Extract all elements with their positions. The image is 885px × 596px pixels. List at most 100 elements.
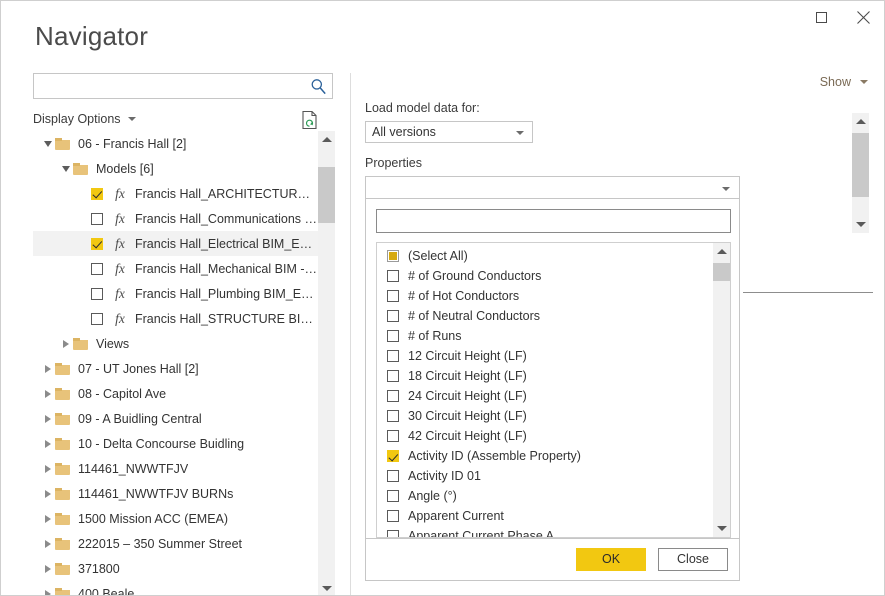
close-button[interactable] xyxy=(842,2,884,32)
property-list-item[interactable]: 12 Circuit Height (LF) xyxy=(377,346,713,366)
tree-item-checkbox[interactable] xyxy=(91,313,103,325)
property-list-item[interactable]: Angle (°) xyxy=(377,486,713,506)
expand-triangle-icon[interactable] xyxy=(41,465,55,473)
property-checkbox[interactable] xyxy=(387,470,399,482)
property-list-item[interactable]: Activity ID 01 xyxy=(377,466,713,486)
tree-row[interactable]: 222015 – 350 Summer Street xyxy=(33,531,318,556)
expand-triangle-icon[interactable] xyxy=(41,515,55,523)
tree-row[interactable]: 114461_NWWTFJV BURNs xyxy=(33,481,318,506)
tree-vertical-scrollbar[interactable] xyxy=(318,131,335,596)
tree-row[interactable]: fxFrancis Hall_Communications BIM_E... xyxy=(33,206,318,231)
expand-triangle-icon[interactable] xyxy=(41,490,55,498)
expand-triangle-icon[interactable] xyxy=(41,415,55,423)
property-label: Activity ID (Assemble Property) xyxy=(408,449,581,463)
show-button[interactable]: Show xyxy=(820,75,868,89)
property-list-item[interactable]: 30 Circuit Height (LF) xyxy=(377,406,713,426)
tree-row[interactable]: fxFrancis Hall_ARCHITECTURE BIM_20... xyxy=(33,181,318,206)
property-checkbox[interactable] xyxy=(387,430,399,442)
properties-filter-input[interactable] xyxy=(377,210,730,232)
tree-item-label: 1500 Mission ACC (EMEA) xyxy=(78,512,228,526)
tree-item-checkbox[interactable] xyxy=(91,188,103,200)
preview-scroll-down-button[interactable] xyxy=(852,216,869,233)
property-checkbox[interactable] xyxy=(387,410,399,422)
expand-triangle-icon[interactable] xyxy=(41,590,55,596)
properties-scroll-thumb[interactable] xyxy=(713,263,730,281)
properties-vertical-scrollbar[interactable] xyxy=(713,243,730,537)
tree-row[interactable]: Views xyxy=(33,331,318,356)
tree-row[interactable]: 07 - UT Jones Hall [2] xyxy=(33,356,318,381)
property-checkbox[interactable] xyxy=(387,330,399,342)
property-list-item[interactable]: # of Neutral Conductors xyxy=(377,306,713,326)
navigator-tree[interactable]: 06 - Francis Hall [2]Models [6]fxFrancis… xyxy=(33,131,318,596)
property-checkbox[interactable] xyxy=(387,490,399,502)
collapse-triangle-icon[interactable] xyxy=(41,141,55,147)
tree-row[interactable]: 10 - Delta Concourse Buidling xyxy=(33,431,318,456)
property-list-item[interactable]: # of Ground Conductors xyxy=(377,266,713,286)
properties-list[interactable]: (Select All)# of Ground Conductors# of H… xyxy=(377,243,713,538)
expand-triangle-icon[interactable] xyxy=(41,565,55,573)
property-list-item[interactable]: (Select All) xyxy=(377,246,713,266)
search-input[interactable] xyxy=(34,74,310,98)
tree-row[interactable]: 400 Beale xyxy=(33,581,318,596)
collapse-triangle-icon[interactable] xyxy=(59,166,73,172)
expand-triangle-icon[interactable] xyxy=(59,340,73,348)
versions-select[interactable]: All versions xyxy=(365,121,533,143)
refresh-document-icon[interactable] xyxy=(301,110,319,130)
property-list-item[interactable]: 42 Circuit Height (LF) xyxy=(377,426,713,446)
tree-row[interactable]: 371800 xyxy=(33,556,318,581)
properties-select[interactable] xyxy=(365,176,740,199)
property-checkbox[interactable] xyxy=(387,250,399,262)
tree-item-label: 10 - Delta Concourse Buidling xyxy=(78,437,244,451)
tree-scroll-thumb[interactable] xyxy=(318,167,335,223)
property-checkbox[interactable] xyxy=(387,310,399,322)
property-checkbox[interactable] xyxy=(387,530,399,538)
preview-vertical-scrollbar[interactable] xyxy=(852,113,869,233)
tree-row[interactable]: 1500 Mission ACC (EMEA) xyxy=(33,506,318,531)
tree-row[interactable]: Models [6] xyxy=(33,156,318,181)
ok-button[interactable]: OK xyxy=(576,548,646,571)
tree-item-checkbox[interactable] xyxy=(91,238,103,250)
property-checkbox[interactable] xyxy=(387,370,399,382)
property-checkbox[interactable] xyxy=(387,350,399,362)
property-list-item[interactable]: # of Runs xyxy=(377,326,713,346)
property-list-item[interactable]: 18 Circuit Height (LF) xyxy=(377,366,713,386)
tree-row[interactable]: 08 - Capitol Ave xyxy=(33,381,318,406)
property-list-item[interactable]: Apparent Current Phase A xyxy=(377,526,713,538)
property-checkbox[interactable] xyxy=(387,290,399,302)
property-list-item[interactable]: # of Hot Conductors xyxy=(377,286,713,306)
tree-row[interactable]: 114461_NWWTFJV xyxy=(33,456,318,481)
tree-row[interactable]: 06 - Francis Hall [2] xyxy=(33,131,318,156)
property-list-item[interactable]: Activity ID (Assemble Property) xyxy=(377,446,713,466)
search-icon[interactable] xyxy=(310,78,327,95)
expand-triangle-icon[interactable] xyxy=(41,540,55,548)
property-checkbox[interactable] xyxy=(387,450,399,462)
property-list-item[interactable]: 24 Circuit Height (LF) xyxy=(377,386,713,406)
tree-scroll-up-button[interactable] xyxy=(318,131,335,148)
property-checkbox[interactable] xyxy=(387,270,399,282)
display-options-button[interactable]: Display Options xyxy=(33,112,136,126)
preview-scroll-up-button[interactable] xyxy=(852,113,869,130)
properties-filter-box[interactable] xyxy=(376,209,731,233)
close-dropdown-button[interactable]: Close xyxy=(658,548,728,571)
tree-item-checkbox[interactable] xyxy=(91,263,103,275)
tree-item-checkbox[interactable] xyxy=(91,288,103,300)
tree-row[interactable]: 09 - A Buidling Central xyxy=(33,406,318,431)
properties-scroll-down-button[interactable] xyxy=(713,520,730,537)
property-checkbox[interactable] xyxy=(387,510,399,522)
maximize-button[interactable] xyxy=(800,2,842,32)
tree-item-checkbox[interactable] xyxy=(91,213,103,225)
tree-row[interactable]: fxFrancis Hall_Mechanical BIM - SCHE... xyxy=(33,256,318,281)
expand-triangle-icon[interactable] xyxy=(41,390,55,398)
tree-row[interactable]: fxFrancis Hall_Electrical BIM_EDDIE xyxy=(33,231,318,256)
search-box[interactable] xyxy=(33,73,333,99)
tree-row[interactable]: fxFrancis Hall_STRUCTURE BIM_ EDDIE xyxy=(33,306,318,331)
expand-triangle-icon[interactable] xyxy=(41,365,55,373)
property-checkbox[interactable] xyxy=(387,390,399,402)
properties-scroll-up-button[interactable] xyxy=(713,243,730,260)
function-fx-icon: fx xyxy=(112,311,128,327)
property-list-item[interactable]: Apparent Current xyxy=(377,506,713,526)
tree-scroll-down-button[interactable] xyxy=(318,580,335,596)
preview-scroll-thumb[interactable] xyxy=(852,133,869,197)
tree-row[interactable]: fxFrancis Hall_Plumbing BIM_EDDIE xyxy=(33,281,318,306)
expand-triangle-icon[interactable] xyxy=(41,440,55,448)
